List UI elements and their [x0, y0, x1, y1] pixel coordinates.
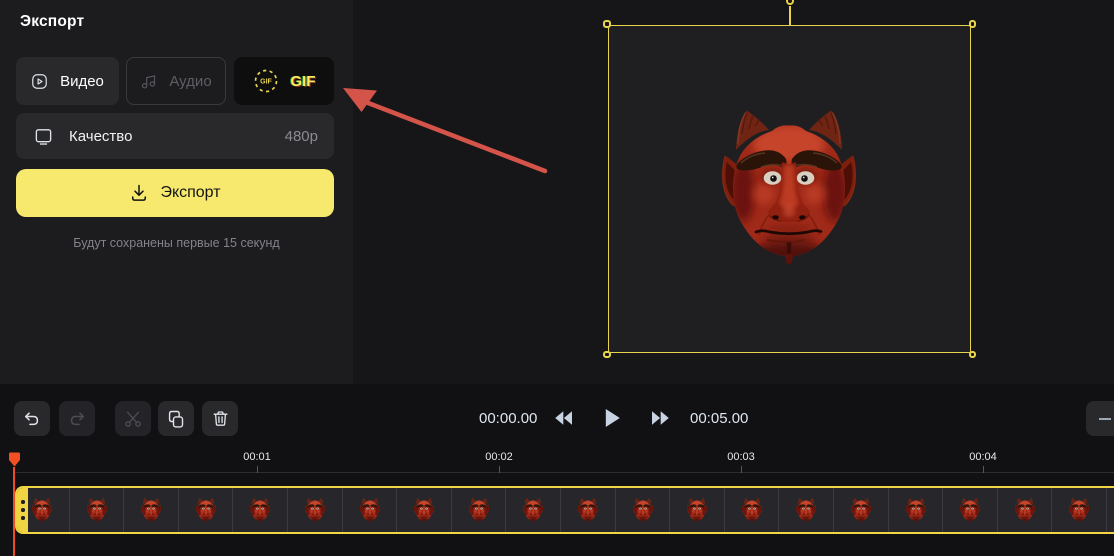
svg-text:GIF: GIF — [260, 79, 272, 86]
